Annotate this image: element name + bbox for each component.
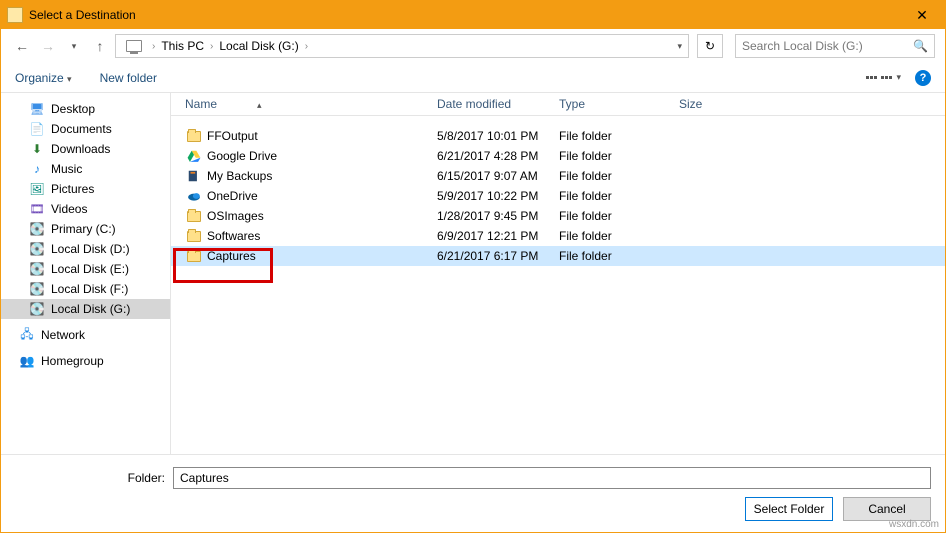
folder-icon <box>187 131 201 142</box>
chevron-right-icon[interactable]: › <box>305 41 308 52</box>
tree-disk-f[interactable]: 💽Local Disk (F:) <box>1 279 170 299</box>
up-icon[interactable]: ↑ <box>89 35 111 57</box>
breadcrumb-root[interactable]: This PC <box>161 39 204 53</box>
onedrive-icon <box>185 188 203 204</box>
column-type[interactable]: Type <box>559 97 679 111</box>
folder-icon <box>187 211 201 222</box>
tree-network[interactable]: 🖧Network <box>1 325 170 345</box>
sort-indicator-icon: ▴ <box>257 100 262 110</box>
tree-music[interactable]: ♪Music <box>1 159 170 179</box>
chevron-down-icon[interactable]: ▾ <box>677 41 682 52</box>
help-icon[interactable]: ? <box>915 70 931 86</box>
backup-icon <box>185 168 203 184</box>
cancel-button[interactable]: Cancel <box>843 497 931 521</box>
watermark: wsxdn.com <box>889 519 939 530</box>
google-drive-icon <box>185 148 203 164</box>
column-date[interactable]: Date modified <box>437 97 559 111</box>
folder-input[interactable] <box>173 467 931 489</box>
tree-disk-g[interactable]: 💽Local Disk (G:) <box>1 299 170 319</box>
list-item-selected[interactable]: Captures 6/21/2017 6:17 PM File folder <box>171 246 945 266</box>
search-icon: 🔍 <box>913 39 928 53</box>
column-header-row: Name▴ Date modified Type Size <box>171 93 945 116</box>
list-item[interactable]: Google Drive 6/21/2017 4:28 PM File fold… <box>171 146 945 166</box>
back-icon[interactable]: ← <box>11 35 33 57</box>
column-size[interactable]: Size <box>679 97 759 111</box>
folder-icon <box>187 231 201 242</box>
nav-tree: 🖥Desktop 📄Documents ⬇Downloads ♪Music 🖼P… <box>1 93 171 454</box>
folder-icon <box>187 251 201 262</box>
search-input[interactable]: Search Local Disk (G:) 🔍 <box>735 34 935 58</box>
organize-button[interactable]: Organize ▾ <box>15 71 72 85</box>
view-button[interactable]: ▾ <box>866 72 901 83</box>
address-bar[interactable]: › This PC › Local Disk (G:) › ▾ <box>115 34 689 58</box>
toolbar: Organize ▾ New folder ▾ ? <box>1 63 945 93</box>
tree-pictures[interactable]: 🖼Pictures <box>1 179 170 199</box>
new-folder-button[interactable]: New folder <box>100 71 157 85</box>
tree-disk-d[interactable]: 💽Local Disk (D:) <box>1 239 170 259</box>
tree-documents[interactable]: 📄Documents <box>1 119 170 139</box>
folder-icon <box>7 7 23 23</box>
column-name[interactable]: Name▴ <box>181 97 437 111</box>
list-item[interactable]: OSImages 1/28/2017 9:45 PM File folder <box>171 206 945 226</box>
search-placeholder: Search Local Disk (G:) <box>742 39 863 53</box>
breadcrumb-loc[interactable]: Local Disk (G:) <box>219 39 298 53</box>
list-item[interactable]: Softwares 6/9/2017 12:21 PM File folder <box>171 226 945 246</box>
list-item[interactable]: OneDrive 5/9/2017 10:22 PM File folder <box>171 186 945 206</box>
chevron-right-icon[interactable]: › <box>210 41 213 52</box>
close-icon[interactable]: ✕ <box>905 7 939 24</box>
window-title: Select a Destination <box>29 8 905 22</box>
recent-dropdown-icon[interactable]: ▾ <box>63 35 85 57</box>
tree-disk-e[interactable]: 💽Local Disk (E:) <box>1 259 170 279</box>
dialog-window: Select a Destination ✕ ← → ▾ ↑ › This PC… <box>0 0 946 533</box>
nav-row: ← → ▾ ↑ › This PC › Local Disk (G:) › ▾ … <box>1 29 945 63</box>
titlebar: Select a Destination ✕ <box>1 1 945 29</box>
tree-desktop[interactable]: 🖥Desktop <box>1 99 170 119</box>
tree-downloads[interactable]: ⬇Downloads <box>1 139 170 159</box>
list-item[interactable]: FFOutput 5/8/2017 10:01 PM File folder <box>171 126 945 146</box>
pc-icon <box>126 40 142 52</box>
tree-videos[interactable]: 🎞Videos <box>1 199 170 219</box>
footer: Folder: Select Folder Cancel <box>1 454 945 532</box>
tree-primary-c[interactable]: 💽Primary (C:) <box>1 219 170 239</box>
file-list: Name▴ Date modified Type Size FFOutput 5… <box>171 93 945 454</box>
forward-icon: → <box>37 35 59 57</box>
list-item[interactable]: My Backups 6/15/2017 9:07 AM File folder <box>171 166 945 186</box>
chevron-right-icon[interactable]: › <box>152 41 155 52</box>
tree-homegroup[interactable]: 👥Homegroup <box>1 351 170 371</box>
refresh-button[interactable]: ↻ <box>697 34 723 58</box>
select-folder-button[interactable]: Select Folder <box>745 497 833 521</box>
folder-label: Folder: <box>15 471 165 485</box>
